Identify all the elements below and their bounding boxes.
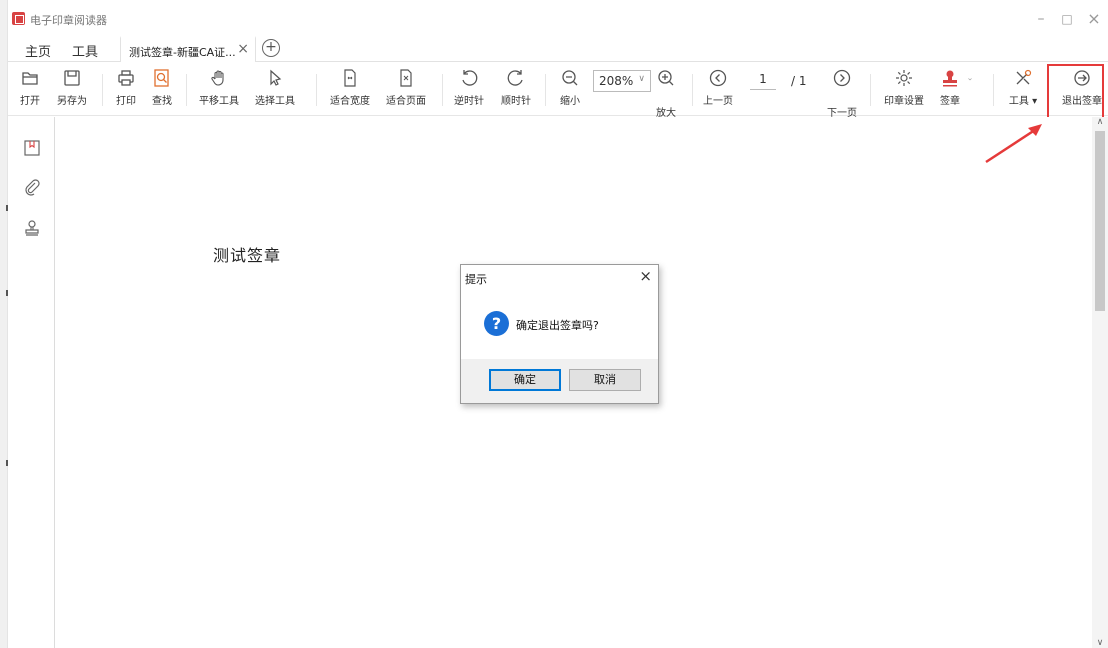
title-bar: 电子印章阅读器 – □ × (8, 0, 1108, 36)
tab-bar: 主页 工具 测试签章-新疆CA证... × + (8, 36, 1108, 62)
zoom-in-icon (658, 70, 674, 86)
find-button[interactable]: 查找 (148, 68, 176, 112)
dialog-footer: 确定 取消 (461, 359, 658, 403)
maximize-button[interactable]: □ (1052, 8, 1082, 30)
app-title: 电子印章阅读器 (30, 14, 107, 27)
desktop-edge (0, 0, 8, 648)
cancel-button[interactable]: 取消 (569, 369, 641, 391)
rotate-cw-icon (507, 70, 523, 86)
scroll-down-icon[interactable]: ∨ (1092, 638, 1108, 648)
open-button[interactable]: 打开 (16, 68, 44, 112)
chevron-down-icon: ∨ (638, 74, 645, 84)
save-as-button[interactable]: 另存为 (54, 68, 90, 112)
chevron-right-icon (833, 69, 851, 87)
prev-page-button[interactable]: 上一页 (700, 68, 736, 112)
gear-icon (896, 70, 912, 86)
attachment-icon[interactable] (23, 179, 41, 197)
confirm-dialog: 提示 × ? 确定退出签章吗? 确定 取消 (460, 264, 659, 404)
select-tool-button[interactable]: 选择工具 (251, 68, 299, 112)
save-icon (64, 70, 80, 86)
rotate-cw-button[interactable]: 顺时针 (498, 68, 534, 112)
annotation-arrow (985, 124, 1042, 164)
tools-menu-button[interactable]: 工具 ▾ (1003, 68, 1043, 112)
pan-tool-button[interactable]: 平移工具 (195, 68, 243, 112)
stamp-icon (943, 70, 957, 87)
toolbar: 打开 另存为 打印 查找 平移工具 选择工具 适合宽度 适合页面 逆时针 顺时针… (8, 62, 1108, 119)
zoom-value: 208% (599, 74, 634, 88)
rotate-ccw-button[interactable]: 逆时针 (451, 68, 487, 112)
close-button[interactable]: × (1079, 8, 1108, 30)
seal-icon[interactable] (23, 219, 41, 237)
zoom-select[interactable]: 208% ∨ (593, 70, 651, 92)
dialog-close-icon[interactable]: × (639, 267, 652, 285)
sign-button[interactable]: 签章 (935, 68, 965, 112)
chevron-down-icon (968, 78, 972, 81)
tab-tools[interactable]: 工具 (72, 41, 98, 60)
find-icon (154, 69, 169, 87)
add-tab-icon[interactable]: + (262, 39, 280, 57)
tab-home[interactable]: 主页 (25, 41, 51, 60)
tools-icon (1016, 69, 1032, 85)
zoom-in-button[interactable]: 放大 (652, 68, 680, 119)
sidebar (8, 117, 55, 648)
fit-page-button[interactable]: 适合页面 (382, 68, 430, 112)
rotate-ccw-icon (462, 70, 478, 86)
tab-close-icon[interactable]: × (237, 41, 249, 57)
bookmark-icon[interactable] (23, 139, 41, 157)
folder-icon (22, 72, 38, 85)
page-total: / 1 (791, 74, 807, 88)
tab-document[interactable]: 测试签章-新疆CA证... × (120, 36, 256, 62)
sign-dropdown[interactable] (965, 68, 979, 112)
vertical-scrollbar[interactable]: ∧ ∨ (1092, 117, 1108, 648)
fit-width-button[interactable]: 适合宽度 (326, 68, 374, 112)
dialog-message: 确定退出签章吗? (516, 319, 599, 332)
ok-button[interactable]: 确定 (489, 369, 561, 391)
zoom-out-button[interactable]: 缩小 (556, 68, 584, 112)
seal-settings-button[interactable]: 印章设置 (880, 68, 928, 112)
app-logo-icon (12, 12, 25, 25)
scroll-thumb[interactable] (1095, 131, 1105, 311)
dialog-title: 提示 (465, 273, 487, 286)
document-text: 测试签章 (213, 246, 282, 265)
app-window: 电子印章阅读器 – □ × 主页 工具 测试签章-新疆CA证... × + 打开… (0, 0, 1108, 648)
cursor-icon (270, 69, 282, 86)
chevron-left-icon (709, 69, 727, 87)
print-button[interactable]: 打印 (112, 68, 140, 112)
hand-icon (211, 70, 224, 86)
tab-document-label: 测试签章-新疆CA证... (129, 46, 236, 59)
fit-width-icon (344, 69, 356, 87)
zoom-out-icon (562, 70, 578, 86)
question-icon: ? (484, 311, 509, 336)
fit-page-icon (400, 69, 412, 87)
scroll-up-icon[interactable]: ∧ (1092, 117, 1108, 127)
next-page-button[interactable]: 下一页 (824, 68, 860, 119)
page-number-input[interactable]: 1 (750, 72, 776, 90)
printer-icon (118, 70, 134, 86)
